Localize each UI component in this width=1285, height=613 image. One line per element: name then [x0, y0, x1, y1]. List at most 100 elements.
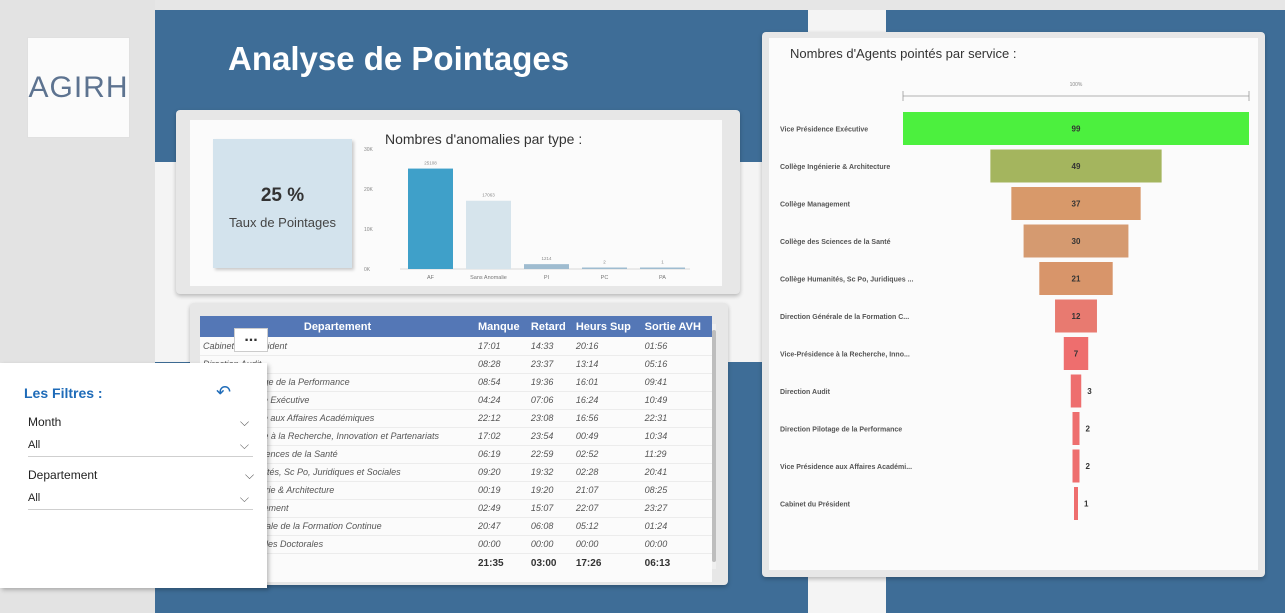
funnel-category-label: Collège Ingénierie & Architecture [780, 164, 890, 171]
time-cell: 13:14 [572, 355, 642, 374]
y-tick-label: 10K [364, 227, 374, 233]
bar [582, 267, 627, 269]
bar-data-label: 25108 [424, 161, 437, 166]
bar [524, 264, 569, 269]
table-row[interactable]: Direction Audit08:2823:3713:1405:16 [200, 355, 712, 374]
funnel-category-label: Direction Audit [780, 389, 831, 396]
funnel-bar [1072, 449, 1080, 483]
time-cell: 11:29 [641, 445, 712, 464]
funnel-category-label: Vice Présidence aux Affaires Académi... [780, 464, 912, 471]
y-tick-label: 20K [364, 187, 374, 193]
time-cell: 23:27 [641, 499, 712, 518]
time-cell: 00:00 [572, 535, 642, 554]
undo-icon[interactable]: ↶ [216, 382, 231, 403]
time-cell: 04:24 [475, 391, 528, 410]
table-row[interactable]: Vice Présidence aux Affaires Académiques… [200, 409, 712, 428]
funnel-bar [1070, 374, 1082, 408]
time-cell: 01:24 [641, 517, 712, 536]
time-cell: 10:49 [641, 391, 712, 410]
time-cell: 00:00 [475, 535, 528, 554]
time-cell: 08:28 [475, 355, 528, 374]
x-tick-label: Sans Anomalie [470, 275, 507, 281]
table-row[interactable]: Collège Management02:4915:0722:0723:27 [200, 499, 712, 518]
table-row[interactable]: Collège Ingénierie & Architecture 00:19 19… [200, 481, 712, 500]
funnel-chart-title: Nombres d'Agents pointés par service : [790, 46, 1017, 61]
time-cell: 01:56 [641, 337, 712, 356]
time-cell: 23:37 [527, 355, 573, 374]
time-cell: 22:31 [641, 409, 712, 428]
time-cell: 06:19 [475, 445, 528, 464]
time-cell: 00:49 [572, 427, 642, 446]
dept-select-value: All [28, 492, 41, 504]
column-header[interactable]: Sortie AVH [641, 316, 712, 337]
filter-title: Les Filtres : [24, 385, 103, 401]
dept-select[interactable]: All ⌵ [28, 488, 253, 510]
funnel-category-label: Vice Présidence Exécutive [780, 127, 868, 134]
total-cell: 03:00 [527, 552, 573, 573]
time-cell: 00:19 [475, 481, 528, 500]
anomalies-bar-chart[interactable]: 0K 10K 20K 30K 25108 AF 17063 Sans Anomalie 1214… [362, 143, 722, 285]
table-row[interactable]: Collège Humanités, Sc Po, Juridiques et … [200, 463, 712, 482]
y-tick-label: 0K [364, 267, 371, 273]
time-cell: 16:56 [572, 409, 642, 428]
funnel-value-label: 49 [1072, 162, 1081, 171]
funnel-value-label: 7 [1074, 350, 1079, 359]
funnel-value-label: 99 [1072, 125, 1081, 134]
time-cell: 05:12 [572, 517, 642, 536]
time-cell: 05:16 [641, 355, 712, 374]
total-cell: 06:13 [641, 552, 712, 573]
kpi-label: Taux de Pointages [229, 215, 336, 230]
y-tick-label: 30K [364, 147, 374, 153]
funnel-bar [1072, 412, 1080, 445]
time-cell: 23:54 [527, 427, 573, 446]
table-scroll-thumb[interactable] [712, 330, 716, 562]
department-table-container[interactable]: Departement Manque Retard Heurs Sup Sortie A… [200, 316, 712, 582]
table-row[interactable]: Direction Pilotage de la Performance 08:5… [200, 373, 712, 392]
time-cell: 10:34 [641, 427, 712, 446]
kpi-card[interactable]: 25 % Taux de Pointages [213, 139, 352, 268]
funnel-category-label: Cabinet du Président [780, 502, 851, 509]
funnel-category-label: Collège Management [780, 202, 851, 209]
funnel-category-label: Direction Pilotage de la Performance [780, 427, 902, 434]
funnel-value-label: 2 [1085, 462, 1090, 471]
month-collapse-chevron-icon[interactable]: ⌵ [240, 415, 249, 430]
table-row[interactable]: Cabinet du Président17:0114:3320:1601:56 [200, 337, 712, 356]
kpi-value: 25 % [260, 185, 305, 206]
time-cell: 02:52 [572, 445, 642, 464]
table-row[interactable]: Vice Présidence Exécutive04:2407:0616:24… [200, 391, 712, 410]
funnel-value-label: 21 [1072, 275, 1081, 284]
agents-funnel-chart[interactable]: 100% Vice Présidence Exécutive 99 Collège I… [769, 80, 1258, 560]
time-cell: 19:36 [527, 373, 573, 392]
table-row[interactable]: Direction Générale de la Formation Conti… [200, 517, 712, 536]
dept-collapse-chevron-icon[interactable]: ⌵ [245, 468, 254, 483]
total-cell: 17:26 [572, 552, 642, 573]
funnel-category-label: Collège Humanités, Sc Po, Juridiques ... [780, 277, 913, 284]
x-tick-label: PI [544, 275, 550, 281]
bar-data-label: 1 [661, 260, 664, 265]
table-row[interactable]: Collège des Sciences de la Santé 06:19 22:… [200, 445, 712, 464]
table-row[interactable]: Centre des Etudes Doctorales00:0000:0000… [200, 535, 712, 554]
bar-data-label: 2 [603, 260, 606, 265]
time-cell: 00:00 [641, 535, 712, 554]
time-cell: 20:41 [641, 463, 712, 482]
time-cell: 09:20 [475, 463, 528, 482]
time-cell: 20:47 [475, 517, 528, 536]
total-cell: 21:35 [475, 552, 528, 573]
funnel-category-label: Collège des Sciences de la Santé [780, 239, 891, 246]
funnel-value-label: 3 [1087, 387, 1092, 396]
more-options-button[interactable]: ... [234, 328, 268, 352]
bar [408, 168, 453, 269]
time-cell: 23:08 [527, 409, 573, 428]
column-header[interactable]: Manque [475, 316, 528, 337]
table-row[interactable]: Vice-Présidence à la Recherche, Innovati… [200, 427, 712, 446]
time-cell: 08:25 [641, 481, 712, 500]
funnel-value-label: 37 [1072, 200, 1081, 209]
month-select[interactable]: All ⌵ [28, 435, 253, 457]
logo-text: AGIRH [28, 70, 129, 104]
time-cell: 07:06 [527, 391, 573, 410]
table-header-row: Departement Manque Retard Heurs Sup Sortie A… [200, 316, 712, 337]
column-header[interactable]: Retard [527, 316, 573, 337]
chevron-down-icon: ⌵ [239, 491, 249, 505]
column-header[interactable]: Heurs Sup [572, 316, 642, 337]
funnel-value-label: 1 [1084, 500, 1089, 509]
